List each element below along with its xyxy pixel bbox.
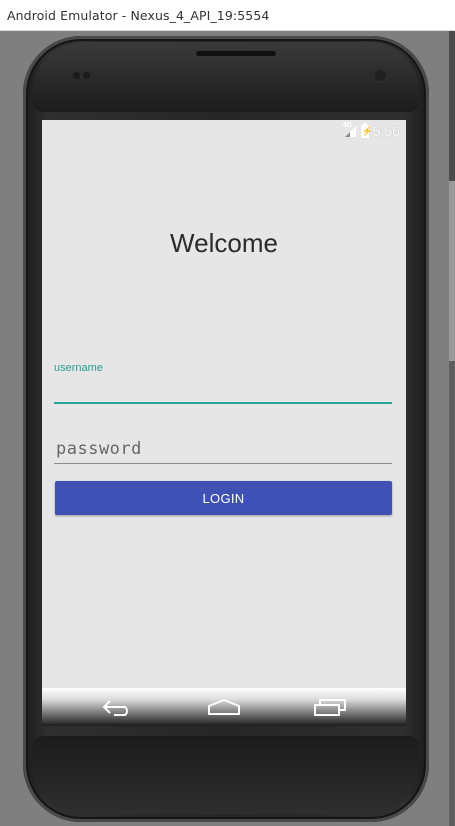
status-clock: 5:56 xyxy=(372,123,400,139)
window-title: Android Emulator - Nexus_4_API_19:5554 xyxy=(7,8,270,23)
welcome-heading: Welcome xyxy=(170,228,278,258)
light-sensor xyxy=(83,72,90,79)
status-bar: 4G ⚡ 5:56 xyxy=(42,120,406,142)
recent-apps-icon[interactable] xyxy=(310,694,350,720)
battery-charging-icon: ⚡ xyxy=(360,122,373,138)
background-window-edge xyxy=(449,31,455,826)
password-field[interactable] xyxy=(54,434,392,464)
username-field[interactable] xyxy=(54,378,392,404)
device-screen[interactable]: 4G ⚡ 5:56 Welcome username LOGIN xyxy=(42,120,406,726)
earpiece-speaker xyxy=(196,51,276,56)
navigation-bar xyxy=(42,688,406,726)
username-floating-label: username xyxy=(54,362,103,374)
device-top-bezel xyxy=(33,42,419,112)
login-button[interactable]: LOGIN xyxy=(55,481,392,515)
front-camera xyxy=(375,70,386,81)
home-icon[interactable] xyxy=(204,694,244,720)
device-bottom-bezel xyxy=(33,736,419,814)
signal-4g-icon: 4G xyxy=(343,122,357,138)
back-icon[interactable] xyxy=(98,694,138,720)
emulator-title-bar: Android Emulator - Nexus_4_API_19:5554 xyxy=(0,0,455,31)
proximity-sensor xyxy=(73,72,80,79)
